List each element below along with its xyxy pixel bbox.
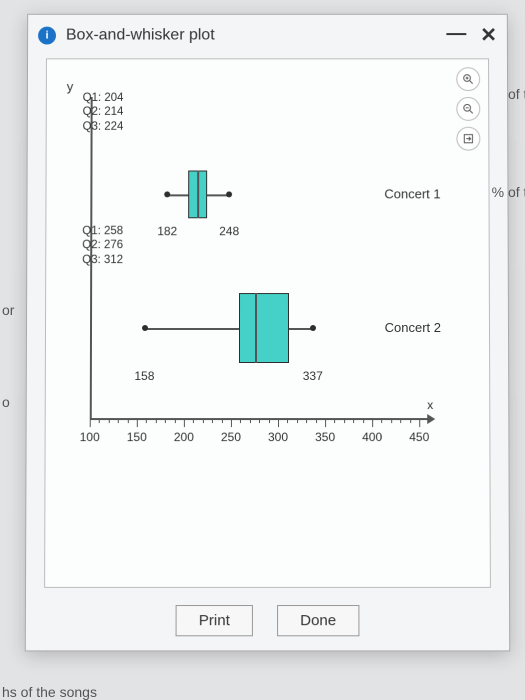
whisker-value: 337 (303, 369, 323, 383)
minimize-button[interactable]: — (446, 23, 466, 48)
dialog-title: Box-and-whisker plot (66, 26, 215, 44)
zoom-out-icon[interactable] (456, 97, 480, 121)
series-label: Concert 2 (385, 320, 441, 335)
x-tick-label: 150 (127, 430, 147, 444)
close-button[interactable]: ✕ (480, 23, 497, 48)
y-axis-label: y (67, 79, 74, 94)
chart-panel: y x100150200250300350400450Q1: 204 Q2: 2… (44, 58, 491, 588)
zoom-in-icon[interactable] (456, 67, 480, 91)
x-tick-label: 200 (174, 430, 194, 444)
x-tick-label: 400 (362, 430, 382, 444)
whisker-value: 248 (219, 224, 239, 238)
x-tick-label: 100 (80, 430, 100, 444)
print-button[interactable]: Print (176, 605, 253, 636)
done-button[interactable]: Done (277, 605, 359, 636)
x-tick-label: 300 (268, 430, 288, 444)
boxplot-chart: y x100150200250300350400450Q1: 204 Q2: 2… (66, 79, 444, 458)
plot-area: x100150200250300350400450Q1: 204 Q2: 214… (80, 85, 444, 458)
dialog-titlebar: i Box-and-whisker plot — ✕ (28, 15, 507, 52)
quartile-stats: Q1: 258 Q2: 276 Q3: 312 (82, 224, 123, 267)
whisker-value: 182 (157, 224, 177, 238)
x-tick-label: 350 (315, 430, 335, 444)
bg-text: of the (508, 86, 525, 102)
expand-icon[interactable] (456, 127, 480, 151)
zoom-tools (456, 67, 480, 150)
x-tick-label: 450 (409, 430, 429, 444)
dialog-buttons: Print Done (26, 605, 509, 636)
bg-text: % of the (492, 184, 525, 200)
info-badge: i (38, 26, 56, 44)
bg-text: or (2, 302, 14, 318)
x-tick-label: 250 (221, 430, 241, 444)
whisker-value: 158 (134, 369, 154, 383)
dialog-window: i Box-and-whisker plot — ✕ y x1001502002… (25, 14, 510, 652)
series-label: Concert 1 (384, 186, 440, 201)
box (239, 293, 290, 363)
bg-text: hs of the songs (2, 684, 97, 700)
quartile-stats: Q1: 204 Q2: 214 Q3: 224 (83, 91, 124, 134)
bg-text: o (2, 394, 10, 410)
